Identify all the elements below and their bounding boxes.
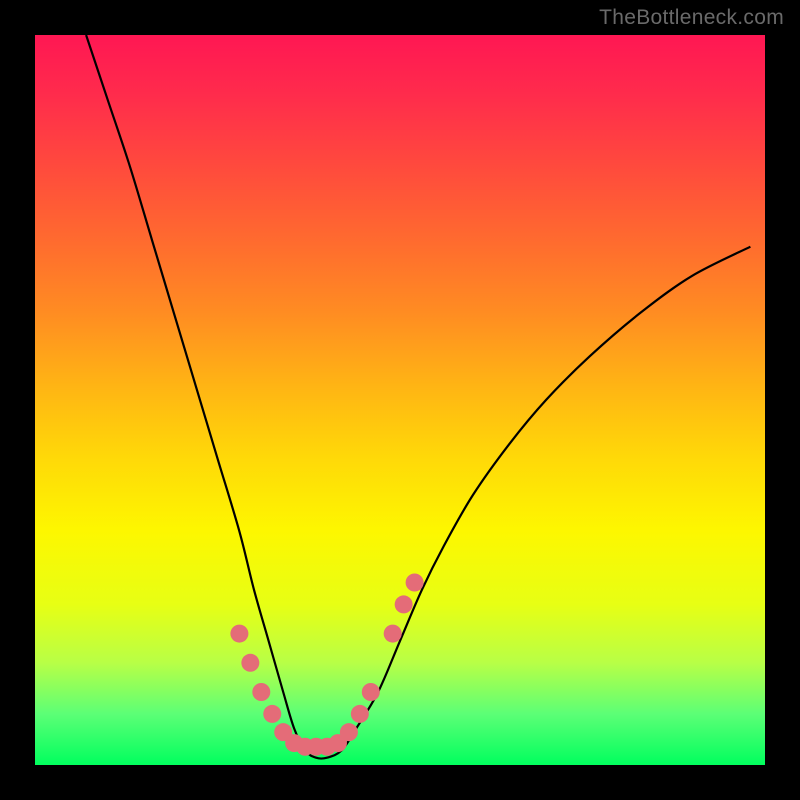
watermark-text: TheBottleneck.com [599, 6, 784, 30]
bottleneck-curve [35, 35, 765, 765]
curve-marker [384, 625, 402, 643]
plot-area [35, 35, 765, 765]
curve-marker [340, 723, 358, 741]
curve-marker [241, 654, 259, 672]
curve-marker [263, 705, 281, 723]
curve-marker [395, 595, 413, 613]
curve-marker [252, 683, 270, 701]
curve-marker [406, 574, 424, 592]
curve-marker [362, 683, 380, 701]
curve-marker [230, 625, 248, 643]
curve-marker [351, 705, 369, 723]
chart-frame: TheBottleneck.com [0, 0, 800, 800]
